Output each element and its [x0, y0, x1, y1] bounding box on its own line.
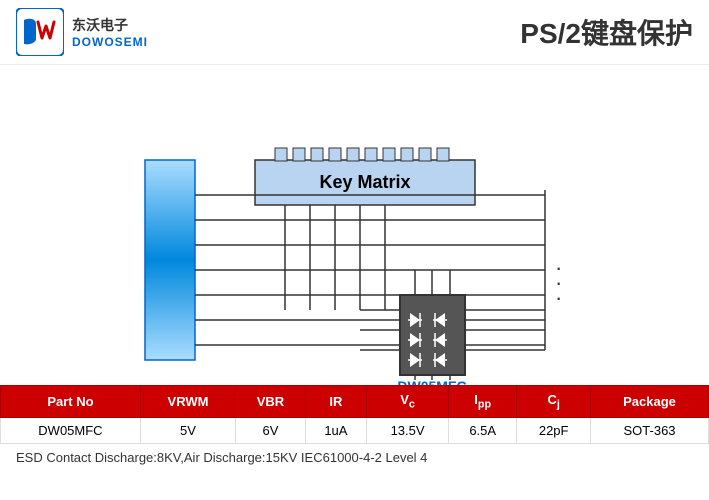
company-name-cn: 东沃电子: [72, 15, 148, 35]
footer: ESD Contact Discharge:8KV,Air Discharge:…: [0, 444, 709, 471]
table-cell: 6.5A: [449, 417, 517, 443]
company-logo: [16, 8, 64, 56]
col-vrwm: VRWM: [140, 386, 235, 418]
table-row: DW05MFC5V6V1uA13.5V6.5A22pFSOT-363: [1, 417, 709, 443]
col-partno: Part No: [1, 386, 141, 418]
table-cell: SOT-363: [591, 417, 709, 443]
company-name-en: DOWOSEMI: [72, 35, 148, 49]
footer-text: ESD Contact Discharge:8KV,Air Discharge:…: [16, 450, 427, 465]
svg-text:Key Matrix: Key Matrix: [319, 172, 410, 192]
table-cell: 13.5V: [367, 417, 449, 443]
table-cell: 6V: [236, 417, 306, 443]
col-ipp: Ipp: [449, 386, 517, 418]
specs-table: Part No VRWM VBR IR Vc Ipp Cj Package DW…: [0, 385, 709, 444]
col-vc: Vc: [367, 386, 449, 418]
header: 东沃电子 DOWOSEMI PS/2键盘保护: [0, 0, 709, 65]
svg-text:·: ·: [555, 285, 562, 310]
col-vbr: VBR: [236, 386, 306, 418]
page-title: PS/2键盘保护: [520, 12, 693, 52]
table-cell: 22pF: [517, 417, 591, 443]
col-package: Package: [591, 386, 709, 418]
table-cell: 5V: [140, 417, 235, 443]
table-header-row: Part No VRWM VBR IR Vc Ipp Cj Package: [1, 386, 709, 418]
circuit-diagram: Key Matrix: [0, 65, 709, 385]
col-ir: IR: [305, 386, 366, 418]
specs-table-area: Part No VRWM VBR IR Vc Ipp Cj Package DW…: [0, 385, 709, 444]
table-cell: DW05MFC: [1, 417, 141, 443]
company-name-area: 东沃电子 DOWOSEMI: [72, 15, 148, 49]
table-cell: 1uA: [305, 417, 366, 443]
circuit-svg: Key Matrix: [0, 65, 709, 385]
col-cj: Cj: [517, 386, 591, 418]
logo-area: 东沃电子 DOWOSEMI: [16, 8, 148, 56]
